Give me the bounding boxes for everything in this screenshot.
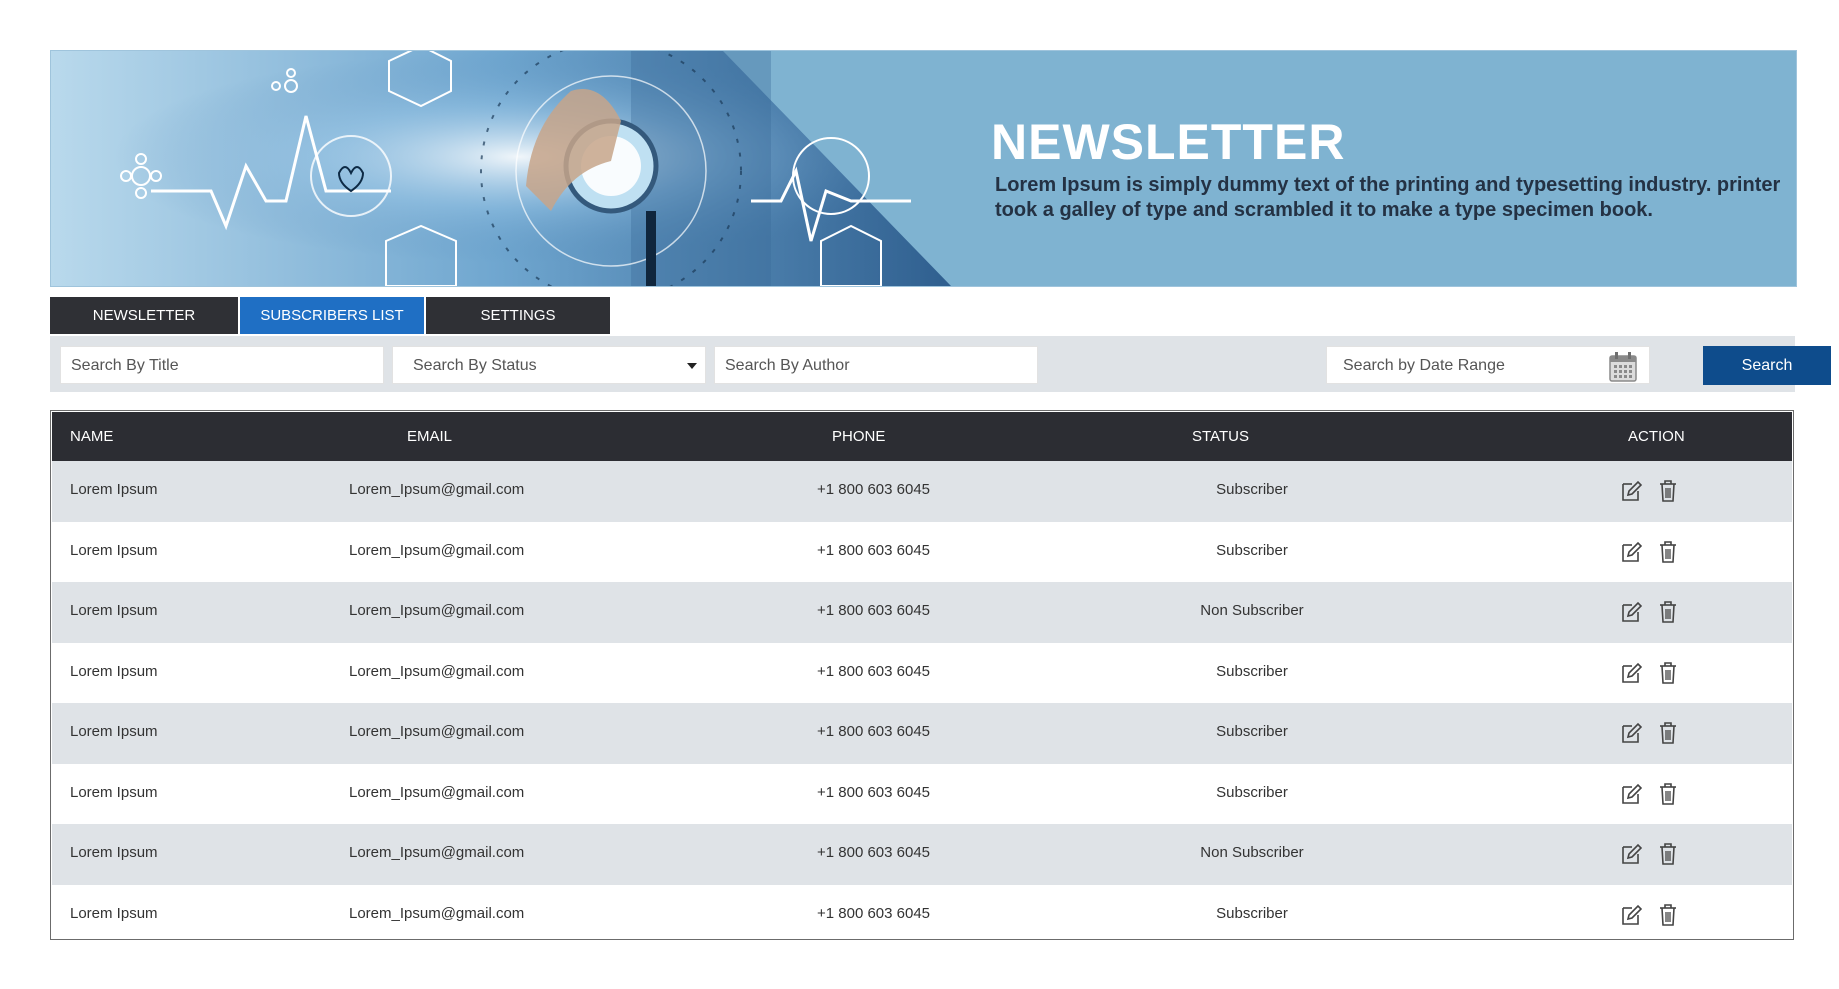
row-actions: [1620, 661, 1690, 685]
cell-phone: +1 800 603 6045: [817, 723, 931, 740]
row-actions: [1620, 903, 1690, 927]
trash-icon[interactable]: [1657, 540, 1679, 564]
trash-icon[interactable]: [1657, 600, 1679, 624]
header-action: ACTION: [1628, 428, 1685, 445]
cell-status: Subscriber: [1216, 904, 1288, 922]
search-title-field: [60, 346, 384, 384]
row-actions: [1620, 782, 1690, 806]
edit-icon[interactable]: [1620, 903, 1643, 927]
cell-phone: +1 800 603 6045: [817, 481, 931, 498]
search-filter-bar: Search By Status Search: [50, 336, 1831, 392]
row-actions: [1620, 600, 1690, 624]
cell-status: Non Subscriber: [1200, 602, 1304, 619]
status-select-value: Search By Status: [413, 357, 537, 374]
cell-status: Subscriber: [1216, 662, 1288, 680]
tab-settings[interactable]: SETTINGS: [426, 297, 610, 334]
subscribers-table: NAME EMAIL PHONE STATUS ACTION Lorem Ips…: [50, 410, 1794, 940]
cell-name: Lorem Ipsum: [70, 844, 158, 861]
table-row: Lorem Ipsum Lorem_Ipsum@gmail.com +1 800 6…: [52, 763, 1792, 824]
edit-icon[interactable]: [1620, 842, 1643, 866]
cell-status: Subscriber: [1216, 541, 1288, 559]
cell-email: Lorem_Ipsum@gmail.com: [349, 844, 525, 861]
search-button[interactable]: Search: [1703, 346, 1831, 385]
cell-name: Lorem Ipsum: [70, 783, 158, 801]
row-actions: [1620, 479, 1690, 503]
cell-name: Lorem Ipsum: [70, 602, 158, 619]
header-banner: NEWSLETTER Lorem Ipsum is simply dummy t…: [50, 50, 1797, 287]
table-row: Lorem Ipsum Lorem_Ipsum@gmail.com +1 800 6…: [52, 884, 1792, 939]
edit-icon[interactable]: [1620, 540, 1643, 564]
search-author-field: [714, 346, 1038, 384]
header-phone: PHONE: [832, 428, 886, 445]
table-row: Lorem Ipsum Lorem_Ipsum@gmail.com +1 800 6…: [52, 703, 1792, 764]
table-row: Lorem Ipsum Lorem_Ipsum@gmail.com +1 800 6…: [52, 824, 1792, 885]
table-row: Lorem Ipsum Lorem_Ipsum@gmail.com +1 800 6…: [52, 521, 1792, 582]
header-name: NAME: [70, 428, 114, 445]
cell-status: Subscriber: [1216, 783, 1288, 801]
status-select[interactable]: Search By Status: [392, 346, 706, 384]
tab-subscribers-list[interactable]: SUBSCRIBERS LIST: [240, 297, 424, 334]
cell-name: Lorem Ipsum: [70, 723, 158, 740]
row-actions: [1620, 540, 1690, 564]
medical-stethoscope-image: [51, 51, 951, 286]
table-header: NAME EMAIL PHONE STATUS ACTION: [52, 412, 1792, 461]
cell-email: Lorem_Ipsum@gmail.com: [349, 662, 525, 680]
cell-email: Lorem_Ipsum@gmail.com: [349, 541, 525, 559]
cell-email: Lorem_Ipsum@gmail.com: [349, 783, 525, 801]
calendar-icon[interactable]: [1609, 352, 1637, 382]
header-status: STATUS: [1192, 428, 1249, 445]
cell-status: Non Subscriber: [1200, 844, 1304, 861]
search-title-input[interactable]: [71, 349, 383, 383]
cell-status: Subscriber: [1216, 481, 1288, 498]
cell-email: Lorem_Ipsum@gmail.com: [349, 904, 525, 922]
date-range-input[interactable]: [1343, 349, 1593, 383]
cell-email: Lorem_Ipsum@gmail.com: [349, 723, 525, 740]
table-row: Lorem Ipsum Lorem_Ipsum@gmail.com +1 800 6…: [52, 642, 1792, 703]
row-actions: [1620, 842, 1690, 866]
date-range-field: [1326, 346, 1650, 384]
cell-name: Lorem Ipsum: [70, 481, 158, 498]
row-actions: [1620, 721, 1690, 745]
cell-name: Lorem Ipsum: [70, 662, 158, 680]
cell-status: Subscriber: [1216, 723, 1288, 740]
banner-title: NEWSLETTER: [991, 114, 1346, 170]
table-body: Lorem Ipsum Lorem_Ipsum@gmail.com +1 800 6…: [52, 461, 1792, 939]
cell-name: Lorem Ipsum: [70, 541, 158, 559]
cell-email: Lorem_Ipsum@gmail.com: [349, 602, 525, 619]
cell-phone: +1 800 603 6045: [817, 844, 931, 861]
cell-phone: +1 800 603 6045: [817, 783, 931, 801]
tab-bar: NEWSLETTER SUBSCRIBERS LIST SETTINGS: [50, 297, 612, 334]
edit-icon[interactable]: [1620, 479, 1643, 503]
banner-description: Lorem Ipsum is simply dummy text of the …: [995, 174, 1781, 221]
cell-email: Lorem_Ipsum@gmail.com: [349, 481, 525, 498]
cell-phone: +1 800 603 6045: [817, 602, 931, 619]
edit-icon[interactable]: [1620, 661, 1643, 685]
header-email: EMAIL: [407, 428, 453, 445]
cell-phone: +1 800 603 6045: [817, 662, 931, 680]
trash-icon[interactable]: [1657, 479, 1679, 503]
search-author-input[interactable]: [725, 349, 1037, 383]
tab-newsletter[interactable]: NEWSLETTER: [50, 297, 238, 334]
edit-icon[interactable]: [1620, 600, 1643, 624]
chevron-down-icon: [687, 363, 697, 369]
trash-icon[interactable]: [1657, 721, 1679, 745]
trash-icon[interactable]: [1657, 903, 1679, 927]
table-row: Lorem Ipsum Lorem_Ipsum@gmail.com +1 800 6…: [52, 461, 1792, 522]
trash-icon[interactable]: [1657, 661, 1679, 685]
cell-phone: +1 800 603 6045: [817, 541, 931, 559]
edit-icon[interactable]: [1620, 721, 1643, 745]
edit-icon[interactable]: [1620, 782, 1643, 806]
cell-phone: +1 800 603 6045: [817, 904, 931, 922]
cell-name: Lorem Ipsum: [70, 904, 158, 922]
trash-icon[interactable]: [1657, 842, 1679, 866]
trash-icon[interactable]: [1657, 782, 1679, 806]
table-row: Lorem Ipsum Lorem_Ipsum@gmail.com +1 800 6…: [52, 582, 1792, 643]
